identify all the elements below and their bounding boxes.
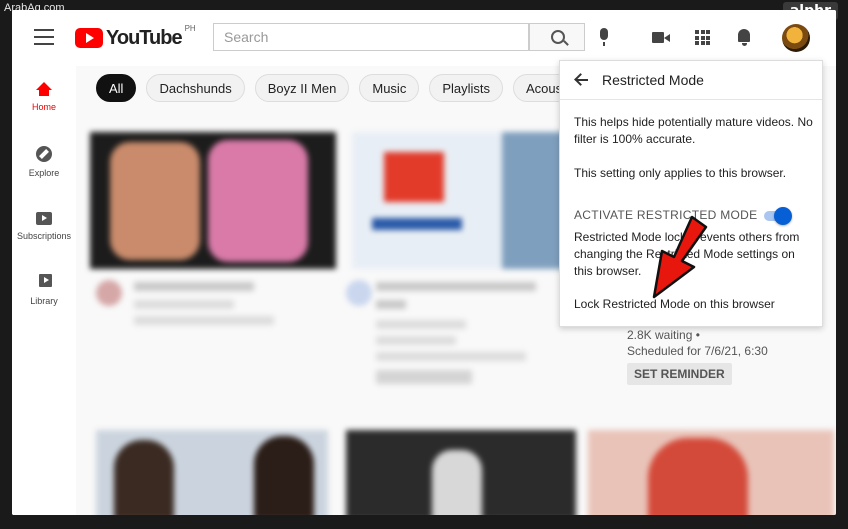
chip-music[interactable]: Music	[359, 74, 420, 102]
video-title-placeholder	[376, 282, 536, 291]
notifications-bell-icon[interactable]	[738, 29, 750, 46]
video-thumbnail[interactable]	[352, 132, 582, 269]
chip-playlists[interactable]: Playlists	[429, 74, 504, 102]
sidebar-item-label: Library	[30, 296, 58, 306]
home-icon	[36, 82, 52, 96]
restricted-mode-toggle[interactable]	[760, 207, 792, 225]
filter-chips: All Dachshunds Boyz II Men Music Playlis…	[96, 74, 609, 102]
set-reminder-button[interactable]: SET REMINDER	[627, 363, 732, 385]
subscriptions-icon	[36, 212, 52, 225]
library-icon	[36, 274, 52, 290]
chip-all[interactable]: All	[96, 74, 137, 102]
sidebar: Home Explore Subscriptions Library	[12, 66, 76, 515]
channel-avatar[interactable]	[96, 280, 122, 306]
chip-dachshunds[interactable]: Dachshunds	[146, 74, 245, 102]
sidebar-item-label: Explore	[28, 168, 60, 178]
back-arrow-icon[interactable]	[574, 73, 588, 87]
search-button[interactable]	[529, 23, 585, 51]
video-meta-placeholder	[376, 336, 456, 345]
video-thumbnail[interactable]	[346, 430, 576, 515]
panel-title: Restricted Mode	[602, 72, 704, 88]
search-input[interactable]: Search	[213, 23, 529, 51]
sidebar-item-explore[interactable]: Explore	[12, 146, 76, 178]
video-meta-placeholder	[376, 320, 466, 329]
chip-boyz-ii-men[interactable]: Boyz II Men	[254, 74, 350, 102]
logo-region: PH	[184, 24, 196, 33]
explore-icon	[36, 146, 52, 162]
red-arrow-annotation	[652, 215, 708, 299]
reminder-placeholder	[376, 370, 472, 384]
menu-icon[interactable]	[34, 29, 54, 45]
apps-grid-icon[interactable]	[695, 30, 710, 45]
waiting-count: 2.8K waiting •	[627, 328, 700, 342]
sidebar-item-label: Subscriptions	[16, 231, 72, 241]
sidebar-item-label: Home	[31, 102, 56, 112]
search-icon	[551, 30, 565, 44]
browser-only-note: This setting only applies to this browse…	[574, 166, 787, 180]
video-meta-placeholder	[376, 352, 526, 361]
video-title-placeholder	[376, 300, 406, 309]
channel-avatar[interactable]	[346, 280, 372, 306]
browser-frame: YouTube PH Search Home Explore Subscript…	[12, 10, 836, 515]
sidebar-item-subscriptions[interactable]: Subscriptions	[12, 212, 76, 241]
video-thumbnail[interactable]	[90, 132, 336, 269]
microphone-icon[interactable]	[600, 28, 608, 46]
create-video-icon[interactable]	[652, 32, 670, 43]
video-meta-placeholder	[134, 300, 234, 309]
sidebar-item-library[interactable]: Library	[12, 274, 76, 306]
avatar[interactable]	[782, 24, 810, 52]
video-thumbnail[interactable]	[96, 430, 328, 515]
youtube-logo[interactable]: YouTube PH	[75, 24, 196, 52]
scheduled-time: Scheduled for 7/6/21, 6:30	[627, 344, 768, 358]
youtube-play-icon	[75, 28, 103, 48]
video-thumbnail[interactable]	[588, 430, 834, 515]
top-bar: YouTube PH Search	[12, 10, 836, 66]
video-meta-placeholder	[134, 316, 274, 325]
restricted-mode-description: This helps hide potentially mature video…	[574, 115, 813, 146]
video-title-placeholder	[134, 282, 254, 291]
logo-text: YouTube	[106, 26, 183, 49]
panel-header: Restricted Mode	[560, 61, 822, 100]
sidebar-item-home[interactable]: Home	[12, 82, 76, 112]
